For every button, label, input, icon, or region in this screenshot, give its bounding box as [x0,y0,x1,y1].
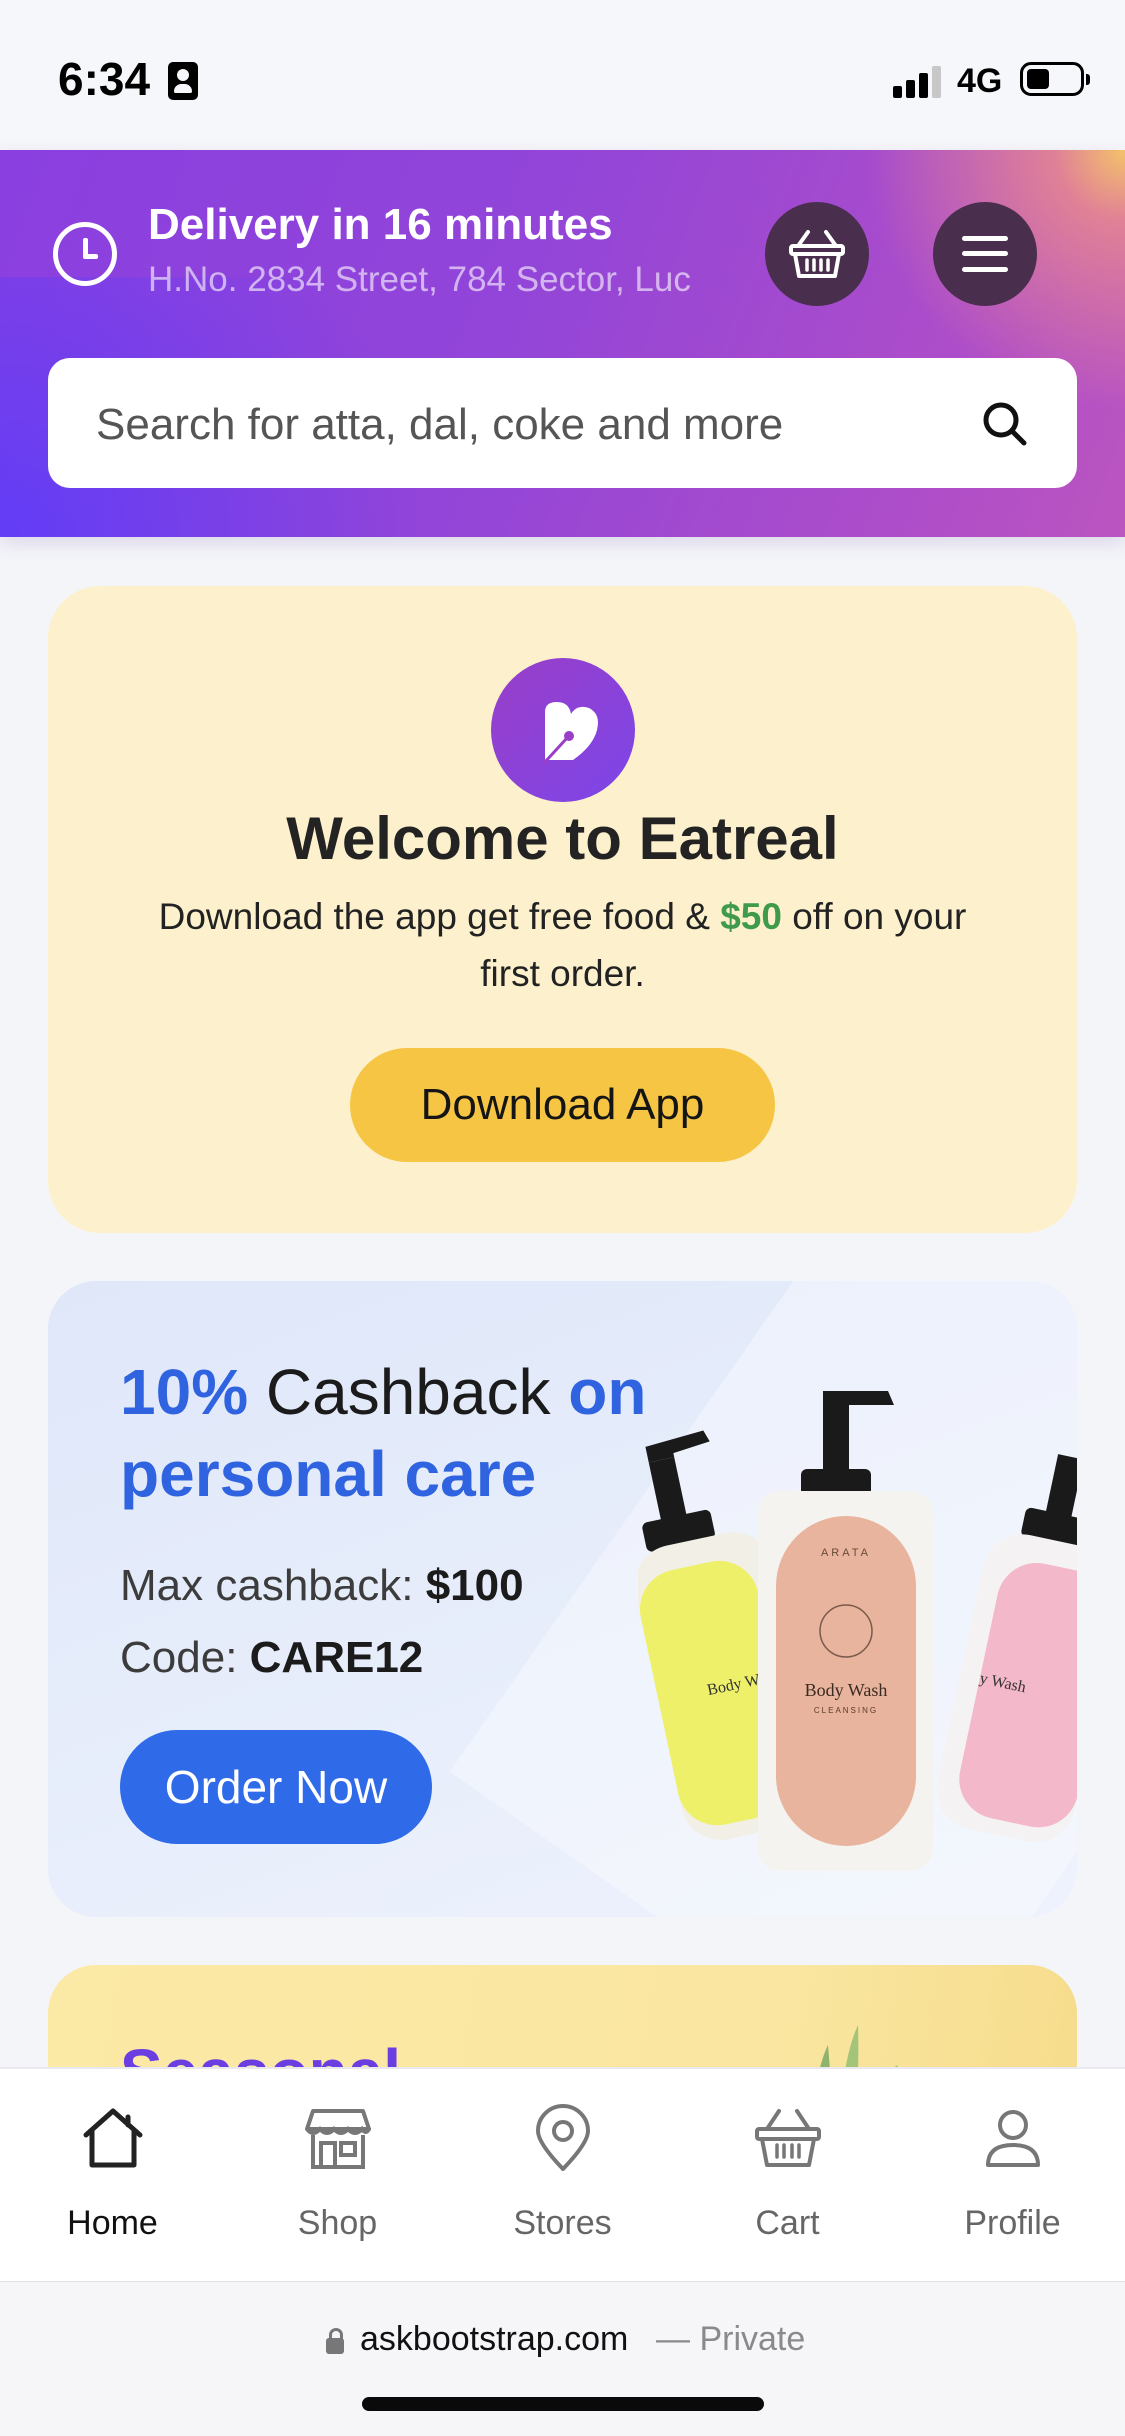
nav-profile[interactable]: Profile [900,2069,1125,2283]
promo-code-value: CARE12 [249,1633,424,1682]
search-input[interactable]: Search for atta, dal, coke and more [96,400,783,450]
browser-private-label: — Private [656,2320,806,2358]
cashback-on: on [568,1356,647,1428]
basket-icon [755,2109,821,2167]
cashback-promo-card[interactable]: 10% Cashback on personal care Max cashbac… [48,1281,1077,1917]
cellular-signal-icon [893,66,945,98]
promo-code: Code: CARE12 [120,1633,423,1683]
browser-url[interactable]: askbootstrap.com [360,2320,628,2359]
nav-shop-label: Shop [297,2204,378,2242]
bottle-brand: ARATA [821,1547,871,1559]
welcome-title: Welcome to Eatreal [286,805,839,872]
nav-home[interactable]: Home [0,2069,225,2283]
delivery-time[interactable]: Delivery in 16 minutes [148,200,613,250]
home-icon [83,2108,143,2168]
nav-cart[interactable]: Cart [675,2069,900,2283]
clock-icon [53,222,117,286]
app-header: Delivery in 16 minutes H.No. 2834 Street… [0,150,1125,537]
location-pin-icon [536,2104,590,2171]
nav-stores[interactable]: Stores [450,2069,675,2283]
lock-icon [326,2328,344,2354]
status-time: 6:34 [58,53,151,105]
bottle-label-center: Body Wash [805,1680,888,1700]
nav-profile-label: Profile [964,2204,1061,2242]
welcome-discount-amount: $50 [720,896,782,937]
welcome-card: Welcome to Eatreal Download the app get … [48,586,1077,1233]
bottom-navigation: Home Shop Stores Cart Profile [0,2067,1125,2281]
order-now-button[interactable]: Order Now [120,1730,432,1844]
body-wash-bottles-image: Body W y Wash ARATA Body Wash CLEANSING [638,1391,1077,1871]
delivery-address[interactable]: H.No. 2834 Street, 784 Sector, Luc [148,260,768,300]
search-bar[interactable]: Search for atta, dal, coke and more [48,358,1077,488]
basket-button[interactable] [765,202,869,306]
download-app-button[interactable]: Download App [350,1048,775,1162]
menu-button[interactable] [933,202,1037,306]
home-indicator[interactable] [362,2397,764,2411]
max-cashback: Max cashback: $100 [120,1561,524,1611]
network-type: 4G [957,62,1003,100]
contact-card-icon [168,62,198,100]
cashback-category: personal care [120,1438,537,1510]
bottle-variant: CLEANSING [814,1706,878,1715]
battery-icon [1020,62,1090,96]
basket-icon [789,230,845,278]
nav-home-label: Home [67,2204,158,2242]
welcome-desc-text: Download the app get free food & [158,896,721,937]
nav-stores-label: Stores [513,2204,612,2242]
nav-shop[interactable]: Shop [225,2069,450,2283]
heart-logo-icon [543,702,598,764]
shop-icon [305,2109,371,2169]
promo-code-label: Code: [120,1633,250,1682]
eatreal-logo [491,658,635,802]
cashback-percent: 10% [120,1356,249,1428]
user-icon [986,2110,1040,2167]
max-cashback-label: Max cashback: [120,1561,426,1610]
nav-cart-label: Cart [755,2204,820,2242]
search-icon[interactable] [981,400,1029,448]
max-cashback-value: $100 [425,1561,524,1610]
status-bar: 6:34 4G [0,0,1125,150]
welcome-description: Download the app get free food & $50 off… [138,888,987,1002]
cashback-word: Cashback [248,1356,569,1428]
hamburger-menu-icon [962,236,1008,272]
browser-address-bar[interactable]: askbootstrap.com — Private [0,2281,1125,2436]
